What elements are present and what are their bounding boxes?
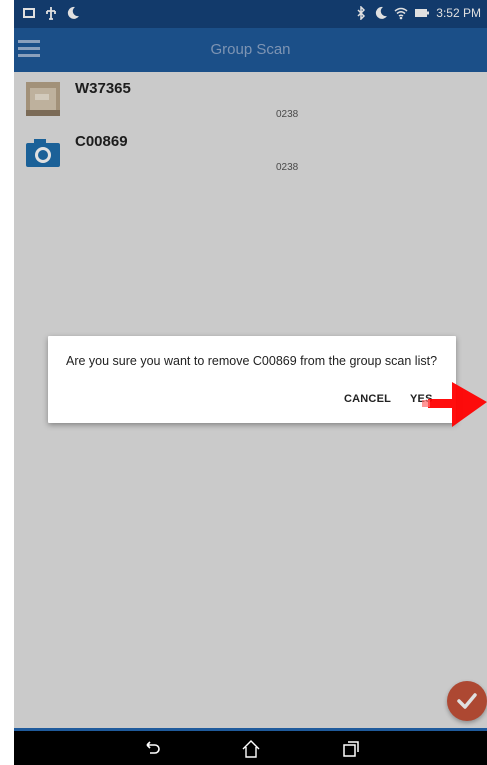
home-icon[interactable] bbox=[241, 739, 261, 759]
device-screen: 3:52 PM Group Scan W37365 0238 C00869 02… bbox=[14, 0, 487, 765]
dialog-message: Are you sure you want to remove C00869 f… bbox=[66, 354, 438, 368]
annotation-arrow-icon bbox=[422, 382, 487, 427]
confirm-remove-dialog: Are you sure you want to remove C00869 f… bbox=[48, 336, 456, 423]
recent-apps-icon[interactable] bbox=[341, 739, 361, 759]
back-icon[interactable] bbox=[142, 739, 162, 759]
cancel-button[interactable]: CANCEL bbox=[344, 393, 391, 405]
system-nav-bar bbox=[14, 731, 487, 765]
